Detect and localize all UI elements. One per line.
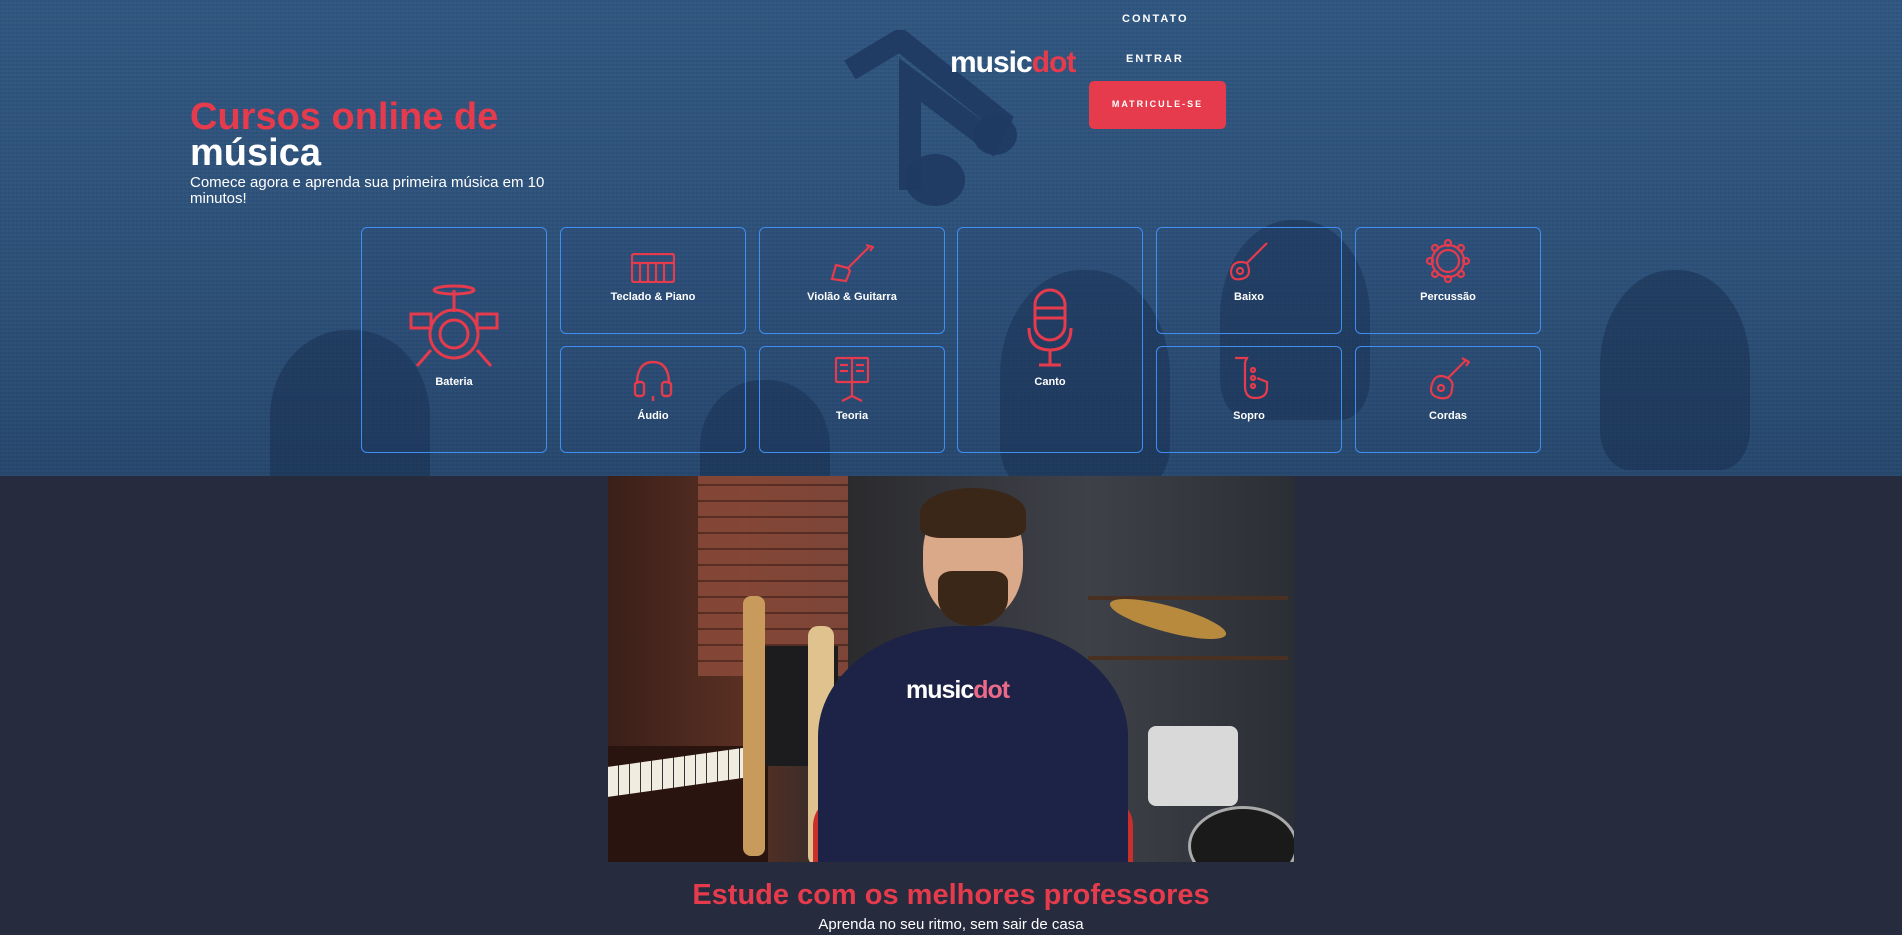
hero-title-line2: música [190,132,321,174]
bass-drum [1188,806,1294,862]
course-label: Baixo [1234,291,1264,303]
course-card-canto[interactable]: Canto [957,227,1143,453]
course-label: Percussão [1420,291,1476,303]
logo-accent: dot [1031,46,1077,79]
logo-text: music [950,46,1033,79]
course-card-bateria[interactable]: Bateria [361,227,547,453]
hero-section: musicdot CONTATO ENTRAR MATRICULE-SE Cur… [0,0,1902,476]
course-label: Teoria [835,410,869,422]
course-label: Violão & Guitarra [807,291,897,303]
course-card-teoria[interactable]: Teoria [759,346,945,453]
shirt-logo-accent: dot [973,676,1010,704]
course-label: Canto [1034,376,1066,388]
background-person [1600,270,1750,470]
course-card-audio[interactable]: Áudio [560,346,746,453]
course-card-cordas[interactable]: Cordas [1355,346,1541,453]
presenter-body [818,626,1128,862]
headphones-icon [633,360,673,401]
guitar [743,596,765,856]
course-label: Cordas [1429,410,1467,422]
electric-guitar-icon [830,243,874,283]
intro-video[interactable]: musicdot [608,476,1294,862]
music-stand-icon [834,356,870,402]
hero-subtitle: Comece agora e aprenda sua primeira músi… [190,174,545,207]
course-label: Bateria [435,376,473,388]
nav-entrar-link[interactable]: ENTRAR [1126,53,1184,65]
course-card-violao[interactable]: Violão & Guitarra [759,227,945,334]
section-subtitle: Aprenda no seu ritmo, sem sair de casa [818,916,1084,933]
shelf [1088,656,1288,660]
enroll-button[interactable]: MATRICULE-SE [1089,81,1226,129]
course-card-baixo[interactable]: Baixo [1156,227,1342,334]
microphone-icon [1027,288,1073,367]
course-label: Sopro [1233,410,1265,422]
bass-guitar-icon [1229,242,1268,281]
course-card-sopro[interactable]: Sopro [1156,346,1342,453]
ukulele-icon [1429,357,1470,400]
course-card-teclado[interactable]: Teclado & Piano [560,227,746,334]
presenter-beard [938,571,1008,626]
saxophone-icon [1235,356,1269,400]
presenter-hair [920,488,1026,538]
section-title: Estude com os melhores professores [692,879,1210,911]
tambourine-icon [1426,239,1470,283]
keyboard-icon [631,253,675,283]
course-label: Teclado & Piano [610,291,696,303]
shirt-logo-text: music [906,676,974,704]
drum [1148,726,1238,806]
shirt-logo: musicdot [906,676,1010,705]
nav-contato-link[interactable]: CONTATO [1122,13,1189,25]
course-label: Áudio [637,410,669,422]
drum-kit-icon [409,284,499,367]
course-card-percussao[interactable]: Percussão [1355,227,1541,334]
logo[interactable]: musicdot [950,46,1077,80]
